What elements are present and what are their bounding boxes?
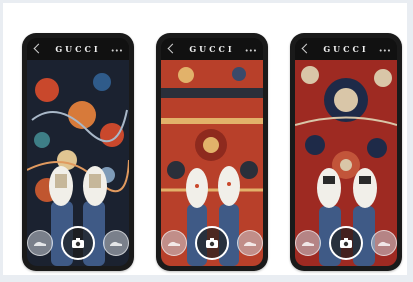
sneaker-thumbnail-icon xyxy=(110,241,122,246)
carpet-view xyxy=(27,60,129,266)
camera-icon xyxy=(340,238,352,248)
camera-shutter-button[interactable] xyxy=(329,226,363,260)
phone-mockup-1: GUCCI ••• xyxy=(22,33,134,271)
camera-controls xyxy=(27,226,129,260)
carpet-view xyxy=(161,60,263,266)
app-header: GUCCI ••• xyxy=(295,38,397,60)
camera-icon xyxy=(206,238,218,248)
camera-shutter-button[interactable] xyxy=(61,226,95,260)
previous-sneaker-button[interactable] xyxy=(27,230,53,256)
brand-logo: GUCCI xyxy=(189,44,235,54)
app-header: GUCCI ••• xyxy=(27,38,129,60)
phone-mockup-3: GUCCI ••• xyxy=(290,33,402,271)
sneaker-thumbnail-icon xyxy=(378,241,390,246)
next-sneaker-button[interactable] xyxy=(371,230,397,256)
brand-logo: GUCCI xyxy=(323,44,369,54)
sneaker-thumbnail-icon xyxy=(34,241,46,246)
sneaker-thumbnail-icon xyxy=(168,241,180,246)
carpet-view xyxy=(295,60,397,266)
previous-sneaker-button[interactable] xyxy=(295,230,321,256)
menu-dots-icon[interactable]: ••• xyxy=(245,48,257,55)
back-arrow-icon[interactable] xyxy=(167,43,178,54)
camera-controls xyxy=(161,226,263,260)
menu-dots-icon[interactable]: ••• xyxy=(379,48,391,55)
camera-icon xyxy=(72,238,84,248)
ad-image: GUCCI ••• GUCCI ••• GUCCI ••• xyxy=(3,3,407,275)
next-sneaker-button[interactable] xyxy=(103,230,129,256)
menu-dots-icon[interactable]: ••• xyxy=(111,48,123,55)
phone-mockup-2: GUCCI ••• xyxy=(156,33,268,271)
brand-logo: GUCCI xyxy=(55,44,101,54)
back-arrow-icon[interactable] xyxy=(33,43,44,54)
next-sneaker-button[interactable] xyxy=(237,230,263,256)
phone-screen: GUCCI ••• xyxy=(27,38,129,266)
phone-screen: GUCCI ••• xyxy=(161,38,263,266)
camera-controls xyxy=(295,226,397,260)
sneaker-thumbnail-icon xyxy=(302,241,314,246)
previous-sneaker-button[interactable] xyxy=(161,230,187,256)
back-arrow-icon[interactable] xyxy=(301,43,312,54)
phone-screen: GUCCI ••• xyxy=(295,38,397,266)
camera-shutter-button[interactable] xyxy=(195,226,229,260)
sneaker-thumbnail-icon xyxy=(244,241,256,246)
app-header: GUCCI ••• xyxy=(161,38,263,60)
